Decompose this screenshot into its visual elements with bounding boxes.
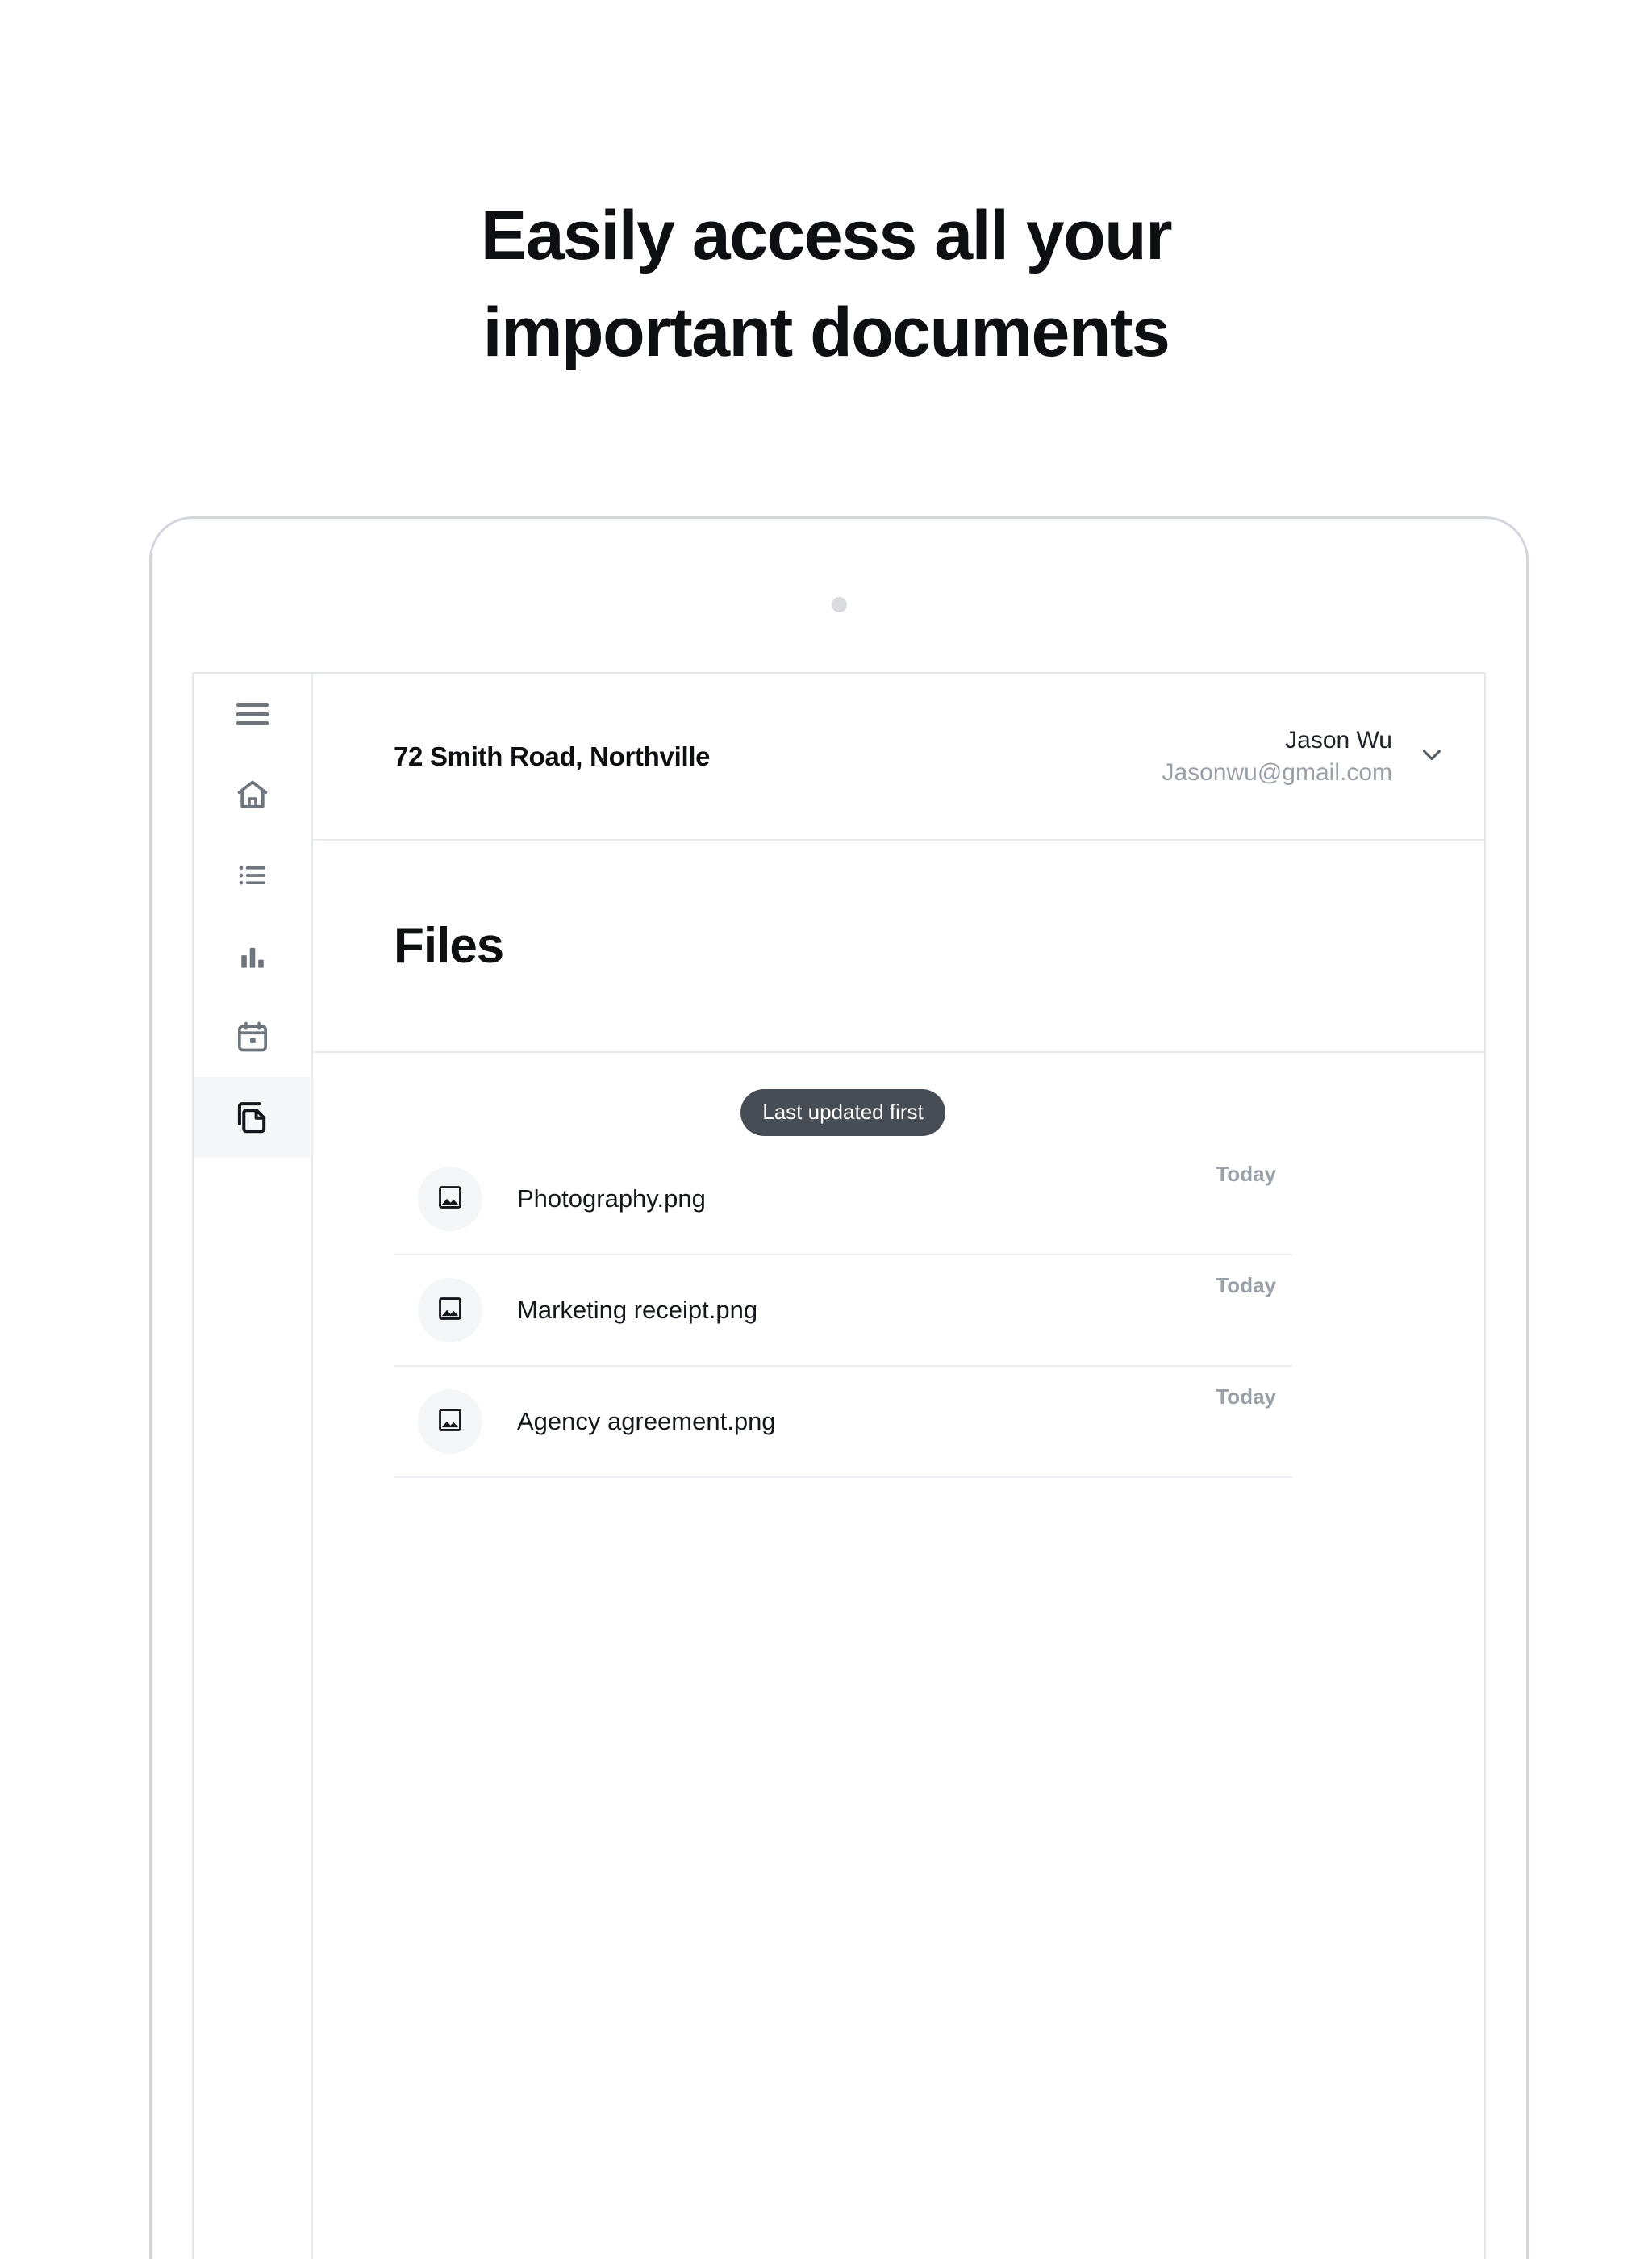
list-icon	[235, 858, 270, 893]
sort-pill-container: Last updated first	[394, 1089, 1292, 1136]
file-date: Today	[1216, 1162, 1276, 1186]
home-icon	[235, 777, 270, 812]
account-text: Jason Wu Jasonwu@gmail.com	[1162, 724, 1392, 789]
image-icon	[436, 1184, 464, 1215]
calendar-icon	[235, 1019, 270, 1054]
menu-icon	[236, 703, 269, 725]
headline-line-1: Easily access all your	[480, 197, 1173, 274]
sidebar-item-list[interactable]	[194, 835, 311, 916]
file-name: Agency agreement.png	[517, 1407, 776, 1435]
file-date: Today	[1216, 1273, 1276, 1297]
file-thumbnail	[418, 1167, 482, 1231]
account-menu[interactable]: Jason Wu Jasonwu@gmail.com	[1162, 724, 1447, 789]
files-icon	[234, 1099, 271, 1136]
topbar: 72 Smith Road, Northville Jason Wu Jason…	[313, 674, 1484, 841]
file-name: Photography.png	[517, 1184, 706, 1213]
image-icon	[436, 1406, 464, 1438]
property-address: 72 Smith Road, Northville	[394, 741, 711, 771]
page-title: Files	[394, 918, 504, 974]
file-list: Photography.png Today Marketing receipt.…	[394, 1144, 1292, 1478]
file-thumbnail	[418, 1278, 482, 1342]
image-icon	[436, 1295, 464, 1326]
file-thumbnail	[418, 1389, 482, 1454]
main-column: 72 Smith Road, Northville Jason Wu Jason…	[313, 674, 1484, 2259]
files-content: Last updated first Photography.png Today…	[313, 1053, 1484, 2259]
account-email: Jasonwu@gmail.com	[1162, 758, 1392, 786]
table-row[interactable]: Marketing receipt.png Today	[394, 1255, 1292, 1367]
sidebar-item-reports[interactable]	[194, 916, 311, 996]
sidebar-item-home[interactable]	[194, 754, 311, 835]
page-headline: Easily access all your important documen…	[0, 187, 1652, 381]
file-date: Today	[1216, 1384, 1276, 1409]
sidebar	[194, 674, 313, 2259]
headline-line-2: important documents	[482, 294, 1170, 371]
camera-dot	[831, 597, 847, 612]
app-screen: 72 Smith Road, Northville Jason Wu Jason…	[192, 672, 1486, 2259]
table-row[interactable]: Photography.png Today	[394, 1144, 1292, 1255]
tablet-device-frame: 72 Smith Road, Northville Jason Wu Jason…	[149, 516, 1529, 2259]
table-row[interactable]: Agency agreement.png Today	[394, 1367, 1292, 1478]
sidebar-item-files[interactable]	[194, 1077, 311, 1158]
page-title-band: Files	[313, 841, 1484, 1053]
sort-pill[interactable]: Last updated first	[740, 1089, 945, 1136]
file-name: Marketing receipt.png	[517, 1296, 758, 1324]
account-name: Jason Wu	[1285, 726, 1392, 754]
chevron-down-icon[interactable]	[1416, 739, 1447, 774]
menu-button[interactable]	[194, 674, 311, 754]
sidebar-item-calendar[interactable]	[194, 996, 311, 1077]
bar-chart-icon	[235, 938, 270, 974]
